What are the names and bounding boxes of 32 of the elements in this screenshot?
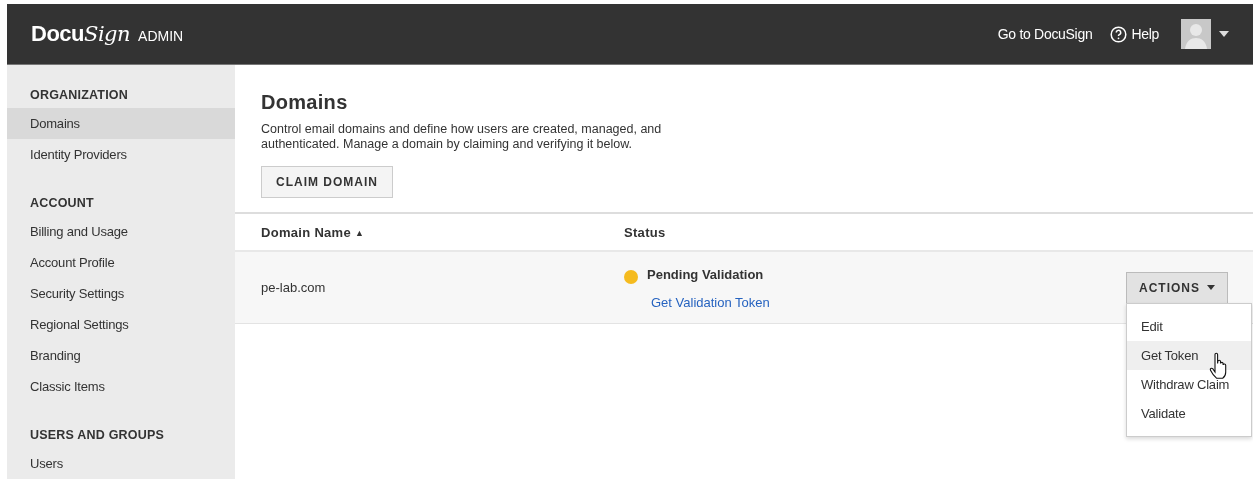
domain-name: pe-lab.com: [261, 280, 326, 295]
sidebar-item[interactable]: Classic Items: [7, 371, 235, 402]
column-header[interactable]: Domain Name ▲: [261, 224, 365, 240]
docusign-link[interactable]: Go to DocuSign: [997, 26, 1093, 42]
validation-token-link[interactable]: Get Validation Token: [651, 295, 1126, 310]
caret-icon[interactable]: [1219, 31, 1229, 37]
claim-domain-button[interactable]: CLAIM DOMAIN: [261, 166, 393, 198]
sidebar-item[interactable]: Branding: [7, 340, 235, 371]
logo[interactable]: DocuSign: [31, 21, 131, 47]
sidebar-item[interactable]: Billing and Usage: [7, 216, 235, 247]
sidebar-item[interactable]: Identity Providers: [7, 139, 235, 170]
menu-item[interactable]: Edit: [1127, 312, 1251, 341]
column-header: Status: [624, 224, 666, 240]
page-description: Control email domains and define how users are created, managed, and authenticated. Manage a domain by claiming and verifying it below.: [261, 122, 663, 152]
sidebar-item[interactable]: Domains: [7, 108, 235, 139]
status-text: Pending Validation: [647, 267, 764, 282]
menu-item[interactable]: Withdraw Claim: [1127, 370, 1251, 399]
sidebar-item[interactable]: Security Settings: [7, 278, 235, 309]
sidebar-item[interactable]: Users: [7, 448, 235, 479]
help-icon: [1110, 25, 1128, 43]
help-link[interactable]: Help: [1110, 25, 1159, 43]
menu-item[interactable]: Get Token: [1127, 341, 1251, 370]
product-label: ADMIN: [138, 28, 184, 44]
sidebar-item[interactable]: Account Profile: [7, 247, 235, 278]
section-heading: ACCOUNT: [29, 195, 95, 212]
menu-item[interactable]: Validate: [1127, 399, 1251, 428]
sidebar-item[interactable]: Regional Settings: [7, 309, 235, 340]
actions-button[interactable]: ACTIONS: [1126, 271, 1228, 304]
section-heading: ORGANIZATION: [29, 87, 129, 104]
caret-icon: [1207, 285, 1215, 290]
page-title: Domains: [261, 91, 349, 114]
section-heading: USERS AND GROUPS: [29, 427, 165, 444]
